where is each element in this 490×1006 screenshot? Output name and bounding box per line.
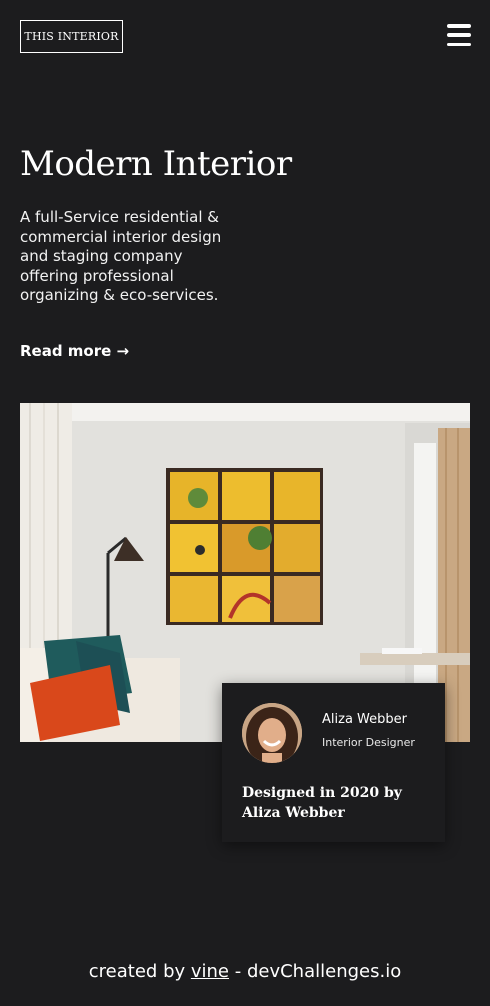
menu-line — [447, 33, 471, 37]
designer-card: Aliza Webber Interior Designer Designed … — [222, 683, 445, 842]
arrow-right-icon: → — [116, 342, 130, 360]
logo[interactable]: THIS INTERIOR — [20, 20, 123, 53]
footer: created by vine - devChallenges.io — [0, 961, 490, 982]
designer-role: Interior Designer — [322, 736, 415, 749]
hamburger-menu-icon[interactable] — [447, 24, 471, 46]
read-more-link[interactable]: Read more → — [20, 342, 129, 360]
footer-link[interactable]: vine — [191, 961, 229, 982]
read-more-label: Read more — [20, 342, 112, 360]
footer-prefix: created by — [88, 961, 191, 982]
hero-title: Modern Interior — [20, 144, 292, 184]
footer-suffix: - devChallenges.io — [229, 961, 402, 982]
avatar — [242, 703, 302, 763]
menu-line — [447, 42, 471, 46]
menu-line — [447, 24, 471, 28]
hero-description: A full-Service residential & commercial … — [20, 208, 222, 304]
card-caption: Designed in 2020 by Aliza Webber — [242, 785, 402, 821]
designer-name: Aliza Webber — [322, 712, 407, 727]
